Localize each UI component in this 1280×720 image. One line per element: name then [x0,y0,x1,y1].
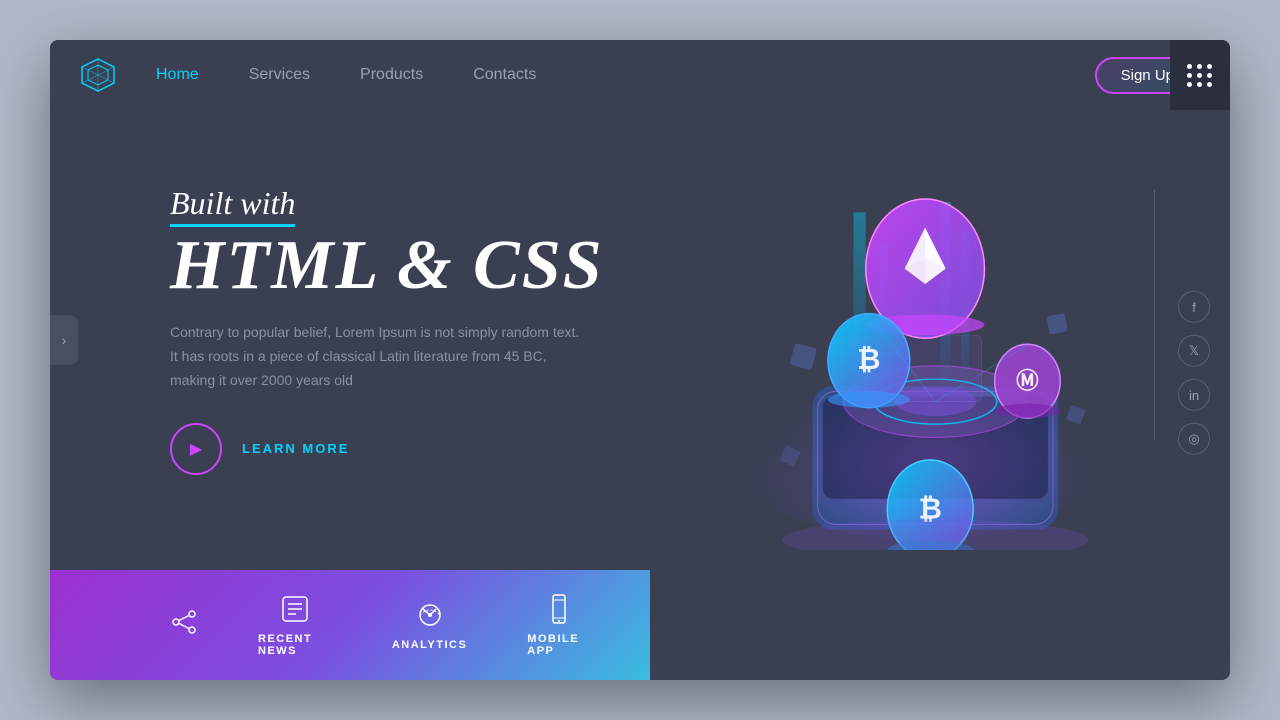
mobile-app-label: MOBILE APP [527,633,590,657]
recent-news-icon [279,593,311,625]
nav-products[interactable]: Products [360,66,423,84]
twitter-icon[interactable]: 𝕏 [1178,335,1210,367]
bottom-recent-news[interactable]: RECENT NEWS [258,593,332,657]
navbar: Home Services Products Contacts Sign Up [50,40,1230,110]
social-bar: f 𝕏 in ◎ [1178,291,1210,455]
play-button[interactable]: ▶ [170,423,222,475]
menu-dots-button[interactable] [1170,40,1230,110]
logo-icon[interactable] [80,57,116,93]
nav-links: Home Services Products Contacts [156,66,1095,84]
built-with-text: Built with [170,185,295,227]
nav-services[interactable]: Services [249,66,310,84]
recent-news-label: RECENT NEWS [258,633,332,657]
learn-more-link[interactable]: LEARN MORE [242,441,349,456]
nav-home[interactable]: Home [156,66,199,84]
facebook-icon[interactable]: f [1178,291,1210,323]
bottom-section: RECENT NEWS ANALYTICS [50,570,1230,680]
analytics-label: ANALYTICS [392,639,467,651]
hero-cta: ▶ LEARN MORE [170,423,670,475]
main-container: Home Services Products Contacts Sign Up … [50,40,1230,680]
analytics-icon [414,599,446,631]
linkedin-icon[interactable]: in [1178,379,1210,411]
side-nav-arrow[interactable]: › [50,315,78,365]
instagram-icon[interactable]: ◎ [1178,423,1210,455]
hero-content: Built with HTML & CSS Contrary to popula… [170,185,670,474]
svg-text:₿: ₿ [857,344,880,376]
hero-title: HTML & CSS [170,231,670,301]
hero-section: › Built with HTML & CSS Contrary to popu… [50,110,1230,570]
bottom-analytics[interactable]: ANALYTICS [392,599,467,651]
bottom-mobile-app[interactable]: MOBILE APP [527,593,590,657]
hero-illustration: ₿ Ⓜ ₿ [670,110,1170,550]
crypto-3d-illustration: ₿ Ⓜ ₿ [670,110,1170,550]
dots-grid-icon [1187,64,1213,87]
mobile-app-icon [543,593,575,625]
screen-wrapper: Home Services Products Contacts Sign Up … [50,40,1230,680]
nav-contacts[interactable]: Contacts [473,66,536,84]
hero-description: Contrary to popular belief, Lorem Ipsum … [170,321,590,392]
bottom-bar: RECENT NEWS ANALYTICS [50,570,650,680]
vertical-divider [1154,190,1155,440]
svg-text:Ⓜ: Ⓜ [1016,367,1039,393]
share-icon[interactable] [170,608,198,643]
